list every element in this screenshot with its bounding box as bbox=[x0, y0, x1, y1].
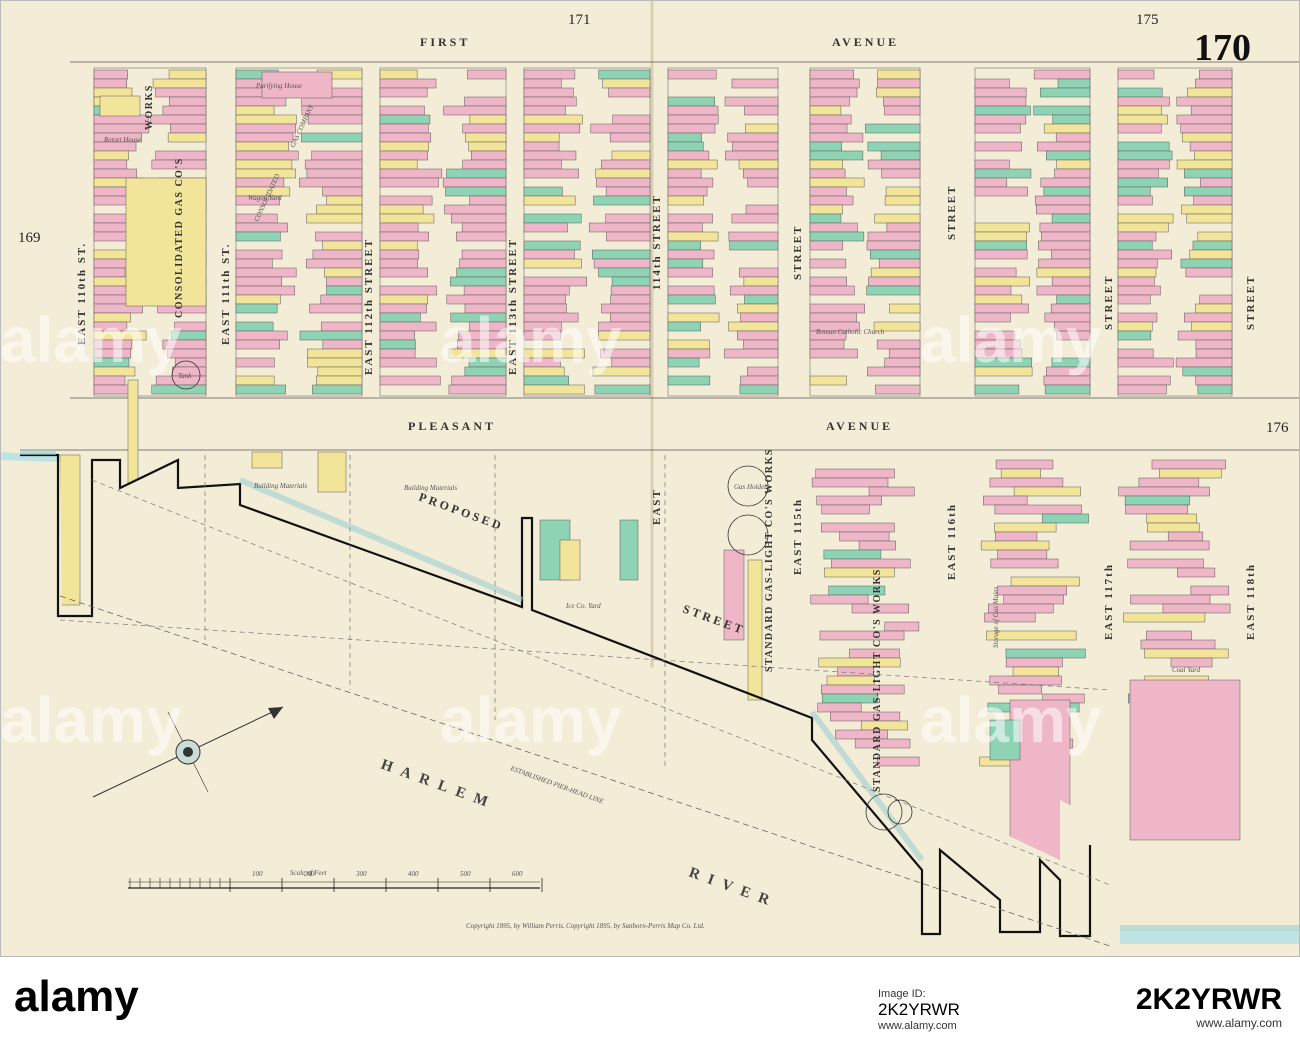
gas-holder-label: Gas Holder bbox=[734, 483, 767, 491]
east-118-lower-label: EAST 118th bbox=[1245, 563, 1257, 640]
sheet-ref-171: 171 bbox=[568, 12, 591, 28]
building-materials-label-2: Building Materials bbox=[404, 484, 457, 492]
materials-shed-2 bbox=[317, 451, 347, 493]
street-111-label: EAST 111th ST. bbox=[220, 243, 232, 346]
street-117-label: STREET bbox=[1103, 275, 1115, 330]
coal-yard-building bbox=[1129, 679, 1241, 841]
gas-works-track bbox=[747, 559, 763, 701]
coal-shed bbox=[125, 177, 207, 307]
standard-gas-label-1: STANDARD GAS-LIGHT CO'S WORKS bbox=[764, 448, 775, 672]
east-114-lower-label: EAST bbox=[651, 488, 663, 525]
street-112-label: EAST 112th STREET bbox=[363, 238, 375, 375]
ice-house-3 bbox=[619, 519, 639, 581]
wagon-yard-label: Wagon Yard bbox=[248, 194, 282, 202]
footer-site: www.alamy.com bbox=[1196, 1016, 1282, 1030]
ice-house-2 bbox=[559, 539, 581, 581]
watermark-5: alamy bbox=[440, 684, 622, 756]
watermark-1: alamy bbox=[0, 304, 182, 376]
pleasant-avenue-label-2: AVENUE bbox=[826, 419, 893, 433]
ice-yard-label: Ice Co. Yard bbox=[565, 602, 601, 610]
image-id-value: 2K2YRWR bbox=[878, 1000, 960, 1019]
east-117-lower-label: EAST 117th bbox=[1103, 563, 1115, 640]
street-115-label: STREET bbox=[792, 225, 804, 280]
consolidated-gas-label: CONSOLIDATED GAS CO'S bbox=[174, 157, 185, 318]
materials-shed-1 bbox=[251, 451, 283, 469]
scale-tick-label: 400 bbox=[408, 870, 419, 878]
alamy-logo: alamy bbox=[14, 972, 139, 1021]
first-avenue-label-2: AVENUE bbox=[832, 35, 899, 49]
watermark-3: alamy bbox=[920, 304, 1102, 376]
lime-shed bbox=[99, 95, 141, 117]
rail-spur bbox=[127, 379, 139, 491]
image-id-block: Image ID: 2K2YRWR www.alamy.com bbox=[878, 988, 1028, 1032]
fire-insurance-map: Scale of Feet 100 200 300 400 500 600 FIRST A… bbox=[0, 0, 1300, 957]
street-118-label: STREET bbox=[1245, 275, 1257, 330]
pleasant-avenue-label: PLEASANT bbox=[408, 419, 496, 433]
scale-tick-label: 600 bbox=[512, 870, 523, 878]
footer-bar bbox=[0, 957, 1300, 1044]
east-116-lower-label: EAST 116th bbox=[946, 503, 958, 580]
watermark-2: alamy bbox=[440, 304, 622, 376]
image-code: 2K2YRWR bbox=[1135, 983, 1282, 1016]
coal-yard-label: Coal Yard bbox=[1172, 666, 1201, 674]
scale-tick-label: 300 bbox=[355, 870, 367, 878]
map-plate: Scale of Feet 100 200 300 400 500 600 FIRST A… bbox=[0, 0, 1300, 1044]
street-114-label: 114th STREET bbox=[651, 194, 663, 290]
sheet-ref-175: 175 bbox=[1136, 12, 1159, 28]
scale-tick-label: 200 bbox=[304, 870, 315, 878]
roman-catholic-label: Roman Catholic Church bbox=[815, 328, 885, 336]
watermark-4: alamy bbox=[0, 684, 182, 756]
standard-gas-label-2: STANDARD GAS-LIGHT CO'S WORKS bbox=[872, 568, 883, 792]
watermark-6: alamy bbox=[920, 684, 1102, 756]
sheet-ref-176: 176 bbox=[1266, 420, 1289, 436]
purifying-house-label: Purifying House bbox=[255, 82, 302, 90]
storage-label: Storage of Gas Mains bbox=[992, 586, 1000, 648]
retort-house-label: Retort House bbox=[103, 136, 141, 144]
plate-number: 170 bbox=[1194, 27, 1251, 69]
sheet-ref-169: 169 bbox=[18, 230, 41, 246]
image-id-label: Image ID: bbox=[878, 988, 926, 1000]
works-label: WORKS bbox=[144, 84, 155, 130]
building-materials-label: Building Materials bbox=[254, 482, 307, 490]
scale-tick-label: 500 bbox=[460, 870, 471, 878]
site-url: www.alamy.com bbox=[878, 1020, 957, 1032]
copyright-left: Copyright 1895, by William Perris. bbox=[466, 922, 565, 930]
street-116-label: STREET bbox=[946, 185, 958, 240]
first-avenue-label: FIRST bbox=[420, 35, 470, 49]
pier-left bbox=[59, 454, 81, 606]
scale-tick-label: 100 bbox=[252, 870, 263, 878]
copyright-right: Copyright 1895, by Sanborn-Perris Map Co… bbox=[566, 922, 705, 930]
east-115-lower-label: EAST 115th bbox=[792, 498, 804, 575]
